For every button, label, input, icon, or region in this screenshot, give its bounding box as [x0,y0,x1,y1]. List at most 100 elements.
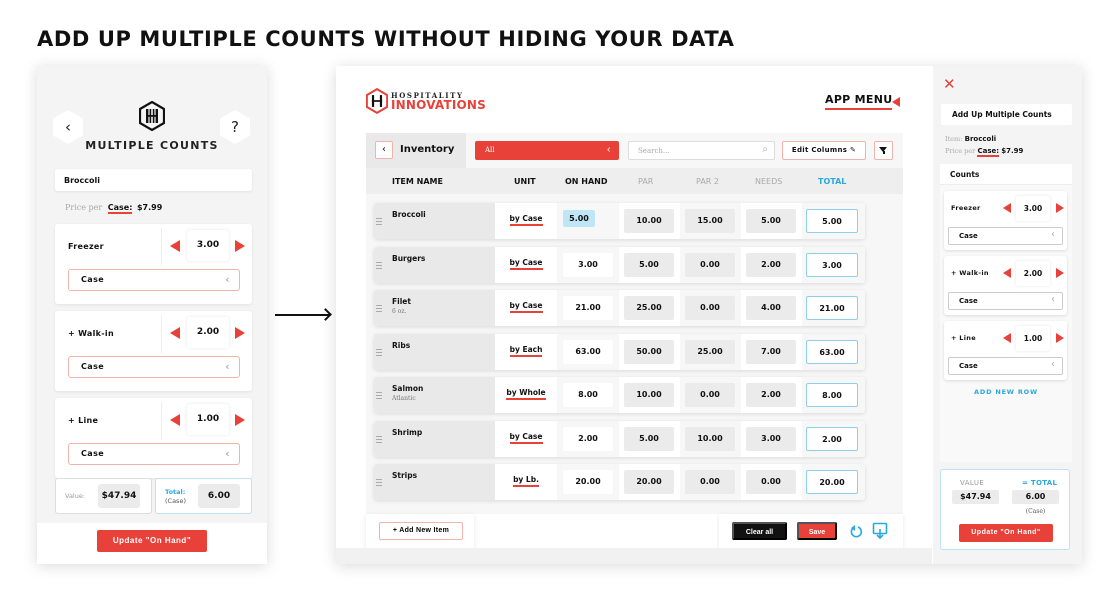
export-icon[interactable] [872,522,888,540]
increment-icon[interactable] [235,240,245,252]
price-unit-link[interactable]: Case: [977,147,1000,157]
decrement-icon[interactable] [170,414,180,426]
on-hand-input[interactable]: 5.00 [563,210,595,227]
needs-cell: 5.00 [741,203,802,239]
table-row[interactable]: Broccoli by Case 5.00 10.00 15.00 5.00 5.00 [374,203,865,239]
back-button[interactable]: ‹ [375,141,393,159]
drag-handle-icon[interactable] [376,218,382,227]
close-icon[interactable]: ✕ [943,75,956,93]
unit-select[interactable]: Case ‹ [68,269,240,291]
table-row[interactable]: Burgers by Case 3.00 5.00 0.00 2.00 3.00 [374,246,865,283]
quantity-input[interactable]: 3.00 [1016,196,1050,221]
count-location: Freezer [951,204,981,212]
unit-select[interactable]: Case ‹ [948,357,1063,375]
table-row[interactable]: Shrimp by Case 2.00 5.00 10.00 3.00 2.00 [374,420,865,457]
total-value[interactable]: 21.00 [806,296,858,320]
unit-cell[interactable]: by Each [496,333,556,370]
increment-icon[interactable] [1056,203,1064,213]
quantity-input[interactable]: 1.00 [1016,326,1050,351]
on-hand-input[interactable]: 2.00 [563,426,613,451]
quantity-input[interactable]: 2.00 [187,317,229,348]
decrement-icon[interactable] [1003,268,1011,278]
item-name: Ribs [392,340,411,350]
unit-select[interactable]: Case ‹ [948,292,1063,310]
drag-handle-icon[interactable] [376,261,382,271]
unit-cell[interactable]: by Case [496,290,556,326]
total-value[interactable]: 20.00 [806,470,858,494]
column-header-par[interactable]: PAR [638,177,653,186]
unit-cell[interactable]: by Case [496,246,556,283]
on-hand-input[interactable]: 21.00 [563,296,613,320]
item-name-field[interactable]: Broccoli [55,169,252,191]
search-input[interactable]: Search... ⌕ [628,141,775,160]
unit-select[interactable]: Case ‹ [68,356,240,378]
undo-icon[interactable] [849,523,863,539]
total-value[interactable]: 5.00 [806,209,858,233]
decrement-icon[interactable] [1003,333,1011,343]
drag-handle-icon[interactable] [376,435,382,445]
unit-cell[interactable]: by Case [496,420,556,457]
column-header-on-hand[interactable]: ON HAND [565,177,608,186]
increment-icon[interactable] [235,414,245,426]
unit-link[interactable]: by Case [509,301,543,313]
quantity-input[interactable]: 3.00 [187,230,229,261]
decrement-icon[interactable] [170,240,180,252]
price-unit-link[interactable]: Case: [107,203,133,214]
unit-link[interactable]: by Each [509,344,543,357]
drag-handle-icon[interactable] [376,305,382,314]
increment-icon[interactable] [235,327,245,339]
decrement-icon[interactable] [170,327,180,339]
quantity-input[interactable]: 1.00 [187,404,229,435]
table-row[interactable]: Salmon Atlantic by Whole 8.00 10.00 0.00 2.00 8… [374,377,865,413]
unit-link[interactable]: by Case [509,214,543,226]
unit-cell[interactable]: by Lb. [496,464,556,500]
quantity-input[interactable]: 2.00 [1016,261,1050,286]
unit-cell[interactable]: by Whole [496,377,556,413]
par-cell: 20.00 [619,464,680,500]
unit-link[interactable]: by Case [509,431,543,444]
decrement-icon[interactable] [1003,203,1011,213]
unit-select[interactable]: Case ‹ [68,443,240,465]
total-value[interactable]: 2.00 [806,426,858,451]
on-hand-input[interactable]: 20.00 [563,470,613,494]
total-value[interactable]: 8.00 [806,383,858,407]
unit-select[interactable]: Case ‹ [948,227,1063,245]
total-value[interactable]: 3.00 [806,252,858,277]
increment-icon[interactable] [1056,268,1064,278]
filter-button[interactable] [874,141,893,160]
update-on-hand-button[interactable]: Update "On Hand" [959,524,1053,542]
add-new-row-link[interactable]: ADD NEW ROW [940,388,1072,396]
save-button[interactable]: Save [797,522,837,540]
app-menu-link[interactable]: APP MENU [825,93,893,110]
column-header-par2[interactable]: PAR 2 [696,177,719,186]
item-name-cell: Ribs [374,333,495,370]
hh-logo-icon [139,101,165,131]
edit-columns-button[interactable]: Edit Columns ✎ [782,141,866,160]
unit-link[interactable]: by Case [509,257,543,270]
increment-icon[interactable] [1056,333,1064,343]
column-header-total[interactable]: TOTAL [818,177,846,186]
drag-handle-icon[interactable] [376,392,382,401]
category-select[interactable]: All ‹ [475,141,619,160]
total-value[interactable]: 63.00 [806,339,858,364]
update-on-hand-button[interactable]: Update "On Hand" [97,530,207,552]
column-header-unit[interactable]: UNIT [514,177,536,186]
counts-header: Counts [940,164,1072,185]
unit-cell[interactable]: by Case [496,203,556,239]
drag-handle-icon[interactable] [376,479,382,488]
table-row[interactable]: Filet 6 oz. by Case 21.00 25.00 0.00 4.00 21.00 [374,290,865,326]
column-header-item-name[interactable]: ITEM NAME [392,177,443,186]
unit-link[interactable]: by Whole [506,388,546,400]
clear-all-button[interactable]: Clear all [732,522,787,540]
table-row[interactable]: Ribs by Each 63.00 50.00 25.00 7.00 63.00 [374,333,865,370]
column-header-needs[interactable]: NEEDS [755,177,782,186]
unit-link[interactable]: by Lb. [513,475,539,487]
drag-handle-icon[interactable] [376,348,382,358]
on-hand-input[interactable]: 63.00 [563,339,613,364]
table-row[interactable]: Strips by Lb. 20.00 20.00 0.00 0.00 20.00 [374,464,865,500]
on-hand-input[interactable]: 3.00 [563,252,613,277]
on-hand-input[interactable]: 8.00 [563,383,613,407]
needs-value: 5.00 [746,209,796,233]
needs-cell: 7.00 [741,333,802,370]
add-new-item-button[interactable]: + Add New Item [379,522,463,540]
